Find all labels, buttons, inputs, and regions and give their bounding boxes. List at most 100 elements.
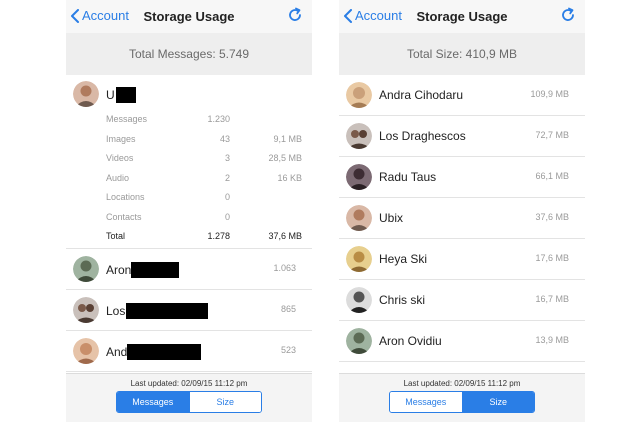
navigation-bar: Account Storage Usage: [66, 0, 312, 33]
redaction-bar: [131, 262, 180, 278]
contact-list: Andra Cihodaru 109,9 MB Los Draghescos 7…: [339, 75, 585, 374]
storage-usage-screen-size: Account Storage Usage Total Size: 410,9 …: [339, 0, 585, 422]
back-button-label: Account: [355, 8, 402, 23]
segmented-control: Messages Size: [116, 391, 262, 413]
list-item[interactable]: Chris ski 16,7 MB: [339, 280, 585, 321]
total-summary-text: Total Size: 410,9 MB: [406, 47, 518, 61]
back-button[interactable]: Account: [70, 8, 129, 23]
refresh-icon: [289, 7, 301, 21]
list-item[interactable]: Los 865: [66, 290, 312, 331]
stat-row-images: Images 43 9,1 MB: [106, 131, 302, 151]
stat-size: 28,5 MB: [268, 153, 302, 163]
redaction-bar: [127, 344, 202, 360]
refresh-button[interactable]: [560, 7, 576, 28]
stats-table: Messages 1.230 Images 43 9,1 MB Videos 3 28,5…: [106, 111, 302, 248]
redaction-bar: [126, 303, 209, 319]
segment-messages[interactable]: Messages: [117, 392, 189, 412]
person-avatar-icon: [346, 205, 372, 231]
contact-name: Los Draghescos: [379, 129, 466, 143]
stat-label: Messages: [106, 114, 148, 124]
message-count: 1.063: [273, 263, 296, 273]
storage-size: 109,9 MB: [530, 89, 569, 99]
person-avatar-icon: [346, 123, 372, 149]
person-avatar-icon: [73, 81, 99, 107]
total-summary: Total Size: 410,9 MB: [339, 33, 585, 75]
back-button-label: Account: [82, 8, 129, 23]
person-avatar-icon: [346, 328, 372, 354]
list-item[interactable]: Heya Ski 17,6 MB: [339, 239, 585, 280]
contact-name: Los: [106, 303, 209, 319]
stat-count: 0: [224, 211, 230, 222]
stat-count: 3: [224, 153, 230, 163]
contact-name: Aron Ovidiu: [379, 334, 442, 348]
stat-count: 1.230: [207, 114, 230, 124]
segmented-control: Messages Size: [389, 391, 535, 413]
contact-name: Chris ski: [379, 293, 426, 307]
segment-size[interactable]: Size: [188, 392, 261, 412]
contact-name: Andra Cihodaru: [379, 88, 464, 102]
storage-size: 13,9 MB: [535, 335, 569, 345]
storage-size: 66,1 MB: [535, 171, 569, 181]
stat-row-contacts: Contacts 0: [106, 209, 302, 229]
segment-size[interactable]: Size: [461, 392, 534, 412]
list-item[interactable]: Ubix 37,6 MB: [339, 198, 585, 239]
bottom-toolbar: Last updated: 02/09/15 11:12 pm Messages…: [339, 373, 585, 422]
total-summary: Total Messages: 5.749: [66, 33, 312, 75]
list-item[interactable]: Aron Ovidiu 13,9 MB: [339, 321, 585, 362]
refresh-icon: [562, 7, 574, 21]
stat-row-messages: Messages 1.230: [106, 111, 302, 131]
storage-size: 16,7 MB: [535, 294, 569, 304]
contact-name: Aron: [106, 262, 180, 278]
back-button[interactable]: Account: [343, 8, 402, 23]
stat-label: Total: [106, 231, 126, 241]
stat-size: 37,6 MB: [268, 231, 302, 241]
bottom-toolbar: Last updated: 02/09/15 11:12 pm Messages…: [66, 373, 312, 422]
navigation-bar: Account Storage Usage: [339, 0, 585, 33]
message-count: 523: [280, 345, 296, 355]
stat-row-videos: Videos 3 28,5 MB: [106, 150, 302, 170]
stat-count: 43: [219, 133, 230, 144]
person-avatar-icon: [73, 256, 99, 282]
contact-name: And: [106, 344, 202, 360]
chevron-left-icon: [344, 8, 352, 23]
stat-label: Audio: [106, 172, 130, 183]
stat-label: Locations: [106, 192, 145, 202]
stat-label: Contacts: [106, 211, 142, 222]
chevron-left-icon: [71, 8, 79, 23]
stat-count: 0: [224, 192, 230, 202]
person-avatar-icon: [73, 338, 99, 364]
person-avatar-icon: [346, 82, 372, 108]
storage-usage-screen-messages: Account Storage Usage Total Messages: 5.…: [66, 0, 312, 422]
contact-name: Heya Ski: [379, 252, 428, 266]
list-item[interactable]: Radu Taus 66,1 MB: [339, 157, 585, 198]
stat-count: 2: [224, 172, 230, 183]
last-updated-text: Last updated: 02/09/15 11:12 pm: [403, 379, 521, 388]
storage-size: 37,6 MB: [535, 212, 569, 222]
storage-size: 72,7 MB: [535, 130, 569, 140]
contact-list: U Messages 1.230 Images 43 9,1 MB Videos 3 28…: [66, 75, 312, 374]
stat-row-audio: Audio 2 16 KB: [106, 170, 302, 190]
stat-size: 9,1 MB: [273, 133, 302, 144]
message-count: 865: [280, 304, 296, 314]
stat-size: 16 KB: [277, 172, 302, 183]
stat-row-locations: Locations 0: [106, 189, 302, 209]
person-avatar-icon: [346, 246, 372, 272]
list-item[interactable]: Andra Cihodaru 109,9 MB: [339, 75, 585, 116]
refresh-button[interactable]: [287, 7, 303, 28]
contact-name: Ubix: [379, 211, 404, 225]
storage-size: 17,6 MB: [535, 253, 569, 263]
person-avatar-icon: [346, 287, 372, 313]
contact-name: U: [106, 87, 136, 103]
total-summary-text: Total Messages: 5.749: [128, 47, 250, 61]
stat-count: 1.278: [207, 231, 230, 241]
list-item[interactable]: Los Draghescos 72,7 MB: [339, 116, 585, 157]
segment-messages[interactable]: Messages: [390, 392, 462, 412]
stat-label: Videos: [106, 153, 134, 163]
list-item[interactable]: And 523: [66, 331, 312, 372]
person-avatar-icon: [346, 164, 372, 190]
stat-row-total: Total 1.278 37,6 MB: [106, 228, 302, 248]
person-avatar-icon: [73, 297, 99, 323]
redaction-bar: [115, 87, 136, 103]
list-item[interactable]: Aron 1.063: [66, 249, 312, 290]
expanded-contact[interactable]: U Messages 1.230 Images 43 9,1 MB Videos 3 28…: [66, 75, 312, 249]
